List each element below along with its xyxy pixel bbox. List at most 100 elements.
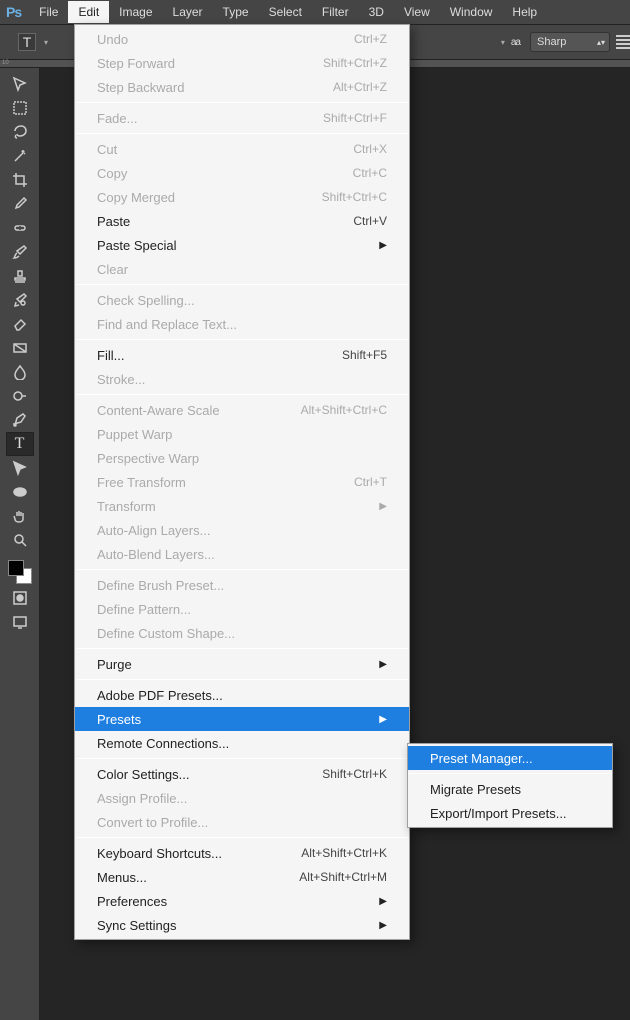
menu-item-label: Fill... [97, 348, 342, 363]
eyedropper-tool[interactable] [6, 192, 34, 216]
marquee-tool[interactable] [6, 96, 34, 120]
menu-item-step-forward: Step ForwardShift+Ctrl+Z [75, 51, 409, 75]
menu-separator [76, 102, 408, 103]
menu-item-label: Cut [97, 142, 353, 157]
menu-item-copy: CopyCtrl+C [75, 161, 409, 185]
menu-item-shortcut: Shift+Ctrl+F [323, 111, 387, 125]
menubar-item-edit[interactable]: Edit [68, 1, 109, 23]
menu-item-check-spelling: Check Spelling... [75, 288, 409, 312]
menu-item-label: Find and Replace Text... [97, 317, 387, 332]
menu-item-keyboard-shortcuts[interactable]: Keyboard Shortcuts...Alt+Shift+Ctrl+K [75, 841, 409, 865]
menu-item-label: Copy Merged [97, 190, 322, 205]
blur-tool[interactable] [6, 360, 34, 384]
antialias-value: Sharp [537, 36, 566, 48]
menu-item-label: Step Backward [97, 80, 333, 95]
menubar-item-image[interactable]: Image [109, 1, 162, 23]
zoom-tool[interactable] [6, 528, 34, 552]
align-left-button[interactable] [616, 35, 630, 49]
antialias-select[interactable]: Sharp ▴▾ [530, 32, 610, 52]
menubar-item-window[interactable]: Window [440, 1, 503, 23]
menu-item-paste-special[interactable]: Paste Special▶ [75, 233, 409, 257]
menubar-item-select[interactable]: Select [259, 1, 312, 23]
menu-item-label: Auto-Align Layers... [97, 523, 387, 538]
menu-item-define-custom-shape: Define Custom Shape... [75, 621, 409, 645]
type-tool-icon: T [23, 34, 32, 50]
menubar: Ps FileEditImageLayerTypeSelectFilter3DV… [0, 0, 630, 24]
menu-item-label: Define Brush Preset... [97, 578, 387, 593]
menu-separator [76, 339, 408, 340]
menu-item-label: Content-Aware Scale [97, 403, 301, 418]
menubar-item-filter[interactable]: Filter [312, 1, 359, 23]
menu-item-label: Export/Import Presets... [430, 806, 590, 821]
menu-item-preferences[interactable]: Preferences ▶ [75, 889, 409, 913]
menu-item-migrate-presets[interactable]: Migrate Presets [408, 777, 612, 801]
menu-item-puppet-warp: Puppet Warp [75, 422, 409, 446]
antialias-icon: aa [511, 37, 520, 48]
lasso-tool[interactable] [6, 120, 34, 144]
heal-tool[interactable] [6, 216, 34, 240]
menubar-item-type[interactable]: Type [213, 1, 259, 23]
menu-separator [76, 569, 408, 570]
menu-item-label: Auto-Blend Layers... [97, 547, 387, 562]
menu-item-paste[interactable]: PasteCtrl+V [75, 209, 409, 233]
stamp-tool[interactable] [6, 264, 34, 288]
hand-tool[interactable] [6, 504, 34, 528]
gradient-tool[interactable] [6, 336, 34, 360]
quickmask-button[interactable] [6, 586, 34, 610]
menubar-item-file[interactable]: File [29, 1, 68, 23]
wand-tool[interactable] [6, 144, 34, 168]
menu-item-export-import-presets[interactable]: Export/Import Presets... [408, 801, 612, 825]
tool-preset-button[interactable]: T [18, 33, 36, 51]
menu-item-clear: Clear [75, 257, 409, 281]
menu-item-shortcut: Ctrl+C [353, 166, 387, 180]
menu-item-label: Keyboard Shortcuts... [97, 846, 301, 861]
menu-separator [76, 394, 408, 395]
menu-item-menus[interactable]: Menus...Alt+Shift+Ctrl+M [75, 865, 409, 889]
app-logo: Ps [6, 4, 21, 20]
menubar-item-view[interactable]: View [394, 1, 440, 23]
crop-tool[interactable] [6, 168, 34, 192]
menu-item-fill[interactable]: Fill...Shift+F5 [75, 343, 409, 367]
menu-item-label: Preferences [97, 894, 373, 909]
menu-item-purge[interactable]: Purge▶ [75, 652, 409, 676]
history-tool[interactable] [6, 288, 34, 312]
eraser-tool[interactable] [6, 312, 34, 336]
menu-item-remote-connections[interactable]: Remote Connections... [75, 731, 409, 755]
menu-item-copy-merged: Copy MergedShift+Ctrl+C [75, 185, 409, 209]
menu-item-label: Presets [97, 712, 373, 727]
menu-item-preset-manager[interactable]: Preset Manager... [408, 746, 612, 770]
menubar-item-3d[interactable]: 3D [359, 1, 394, 23]
screenmode-button[interactable] [6, 610, 34, 634]
ellipse-tool[interactable] [6, 480, 34, 504]
menu-item-label: Copy [97, 166, 353, 181]
menu-item-label: Free Transform [97, 475, 354, 490]
move-tool[interactable] [6, 72, 34, 96]
menu-item-adobe-pdf-presets[interactable]: Adobe PDF Presets... [75, 683, 409, 707]
menu-item-label: Preset Manager... [430, 751, 590, 766]
menu-item-find-and-replace-text: Find and Replace Text... [75, 312, 409, 336]
menubar-item-help[interactable]: Help [502, 1, 547, 23]
menu-item-color-settings[interactable]: Color Settings...Shift+Ctrl+K [75, 762, 409, 786]
menu-item-shortcut: Shift+Ctrl+C [322, 190, 387, 204]
menu-item-undo: UndoCtrl+Z [75, 27, 409, 51]
dodge-tool[interactable] [6, 384, 34, 408]
submenu-arrow-icon: ▶ [379, 240, 387, 251]
menu-item-presets[interactable]: Presets▶ [75, 707, 409, 731]
chevron-down-icon[interactable]: ▾ [44, 38, 48, 47]
pen-tool[interactable] [6, 408, 34, 432]
path-tool[interactable] [6, 456, 34, 480]
menu-item-sync-settings[interactable]: Sync Settings▶ [75, 913, 409, 937]
menu-item-label: Adobe PDF Presets... [97, 688, 387, 703]
menu-item-shortcut: Ctrl+Z [354, 32, 387, 46]
chevron-down-icon[interactable]: ▾ [501, 38, 505, 47]
menu-separator [76, 284, 408, 285]
menu-item-label: Paste [97, 214, 353, 229]
menu-item-label: Menus... [97, 870, 299, 885]
brush-tool[interactable] [6, 240, 34, 264]
type-tool[interactable]: T [6, 432, 34, 456]
toolbox: T [0, 68, 40, 1020]
submenu-arrow-icon: ▶ [379, 896, 387, 907]
menubar-item-layer[interactable]: Layer [163, 1, 213, 23]
color-swatches[interactable] [6, 558, 34, 586]
menu-item-label: Color Settings... [97, 767, 322, 782]
